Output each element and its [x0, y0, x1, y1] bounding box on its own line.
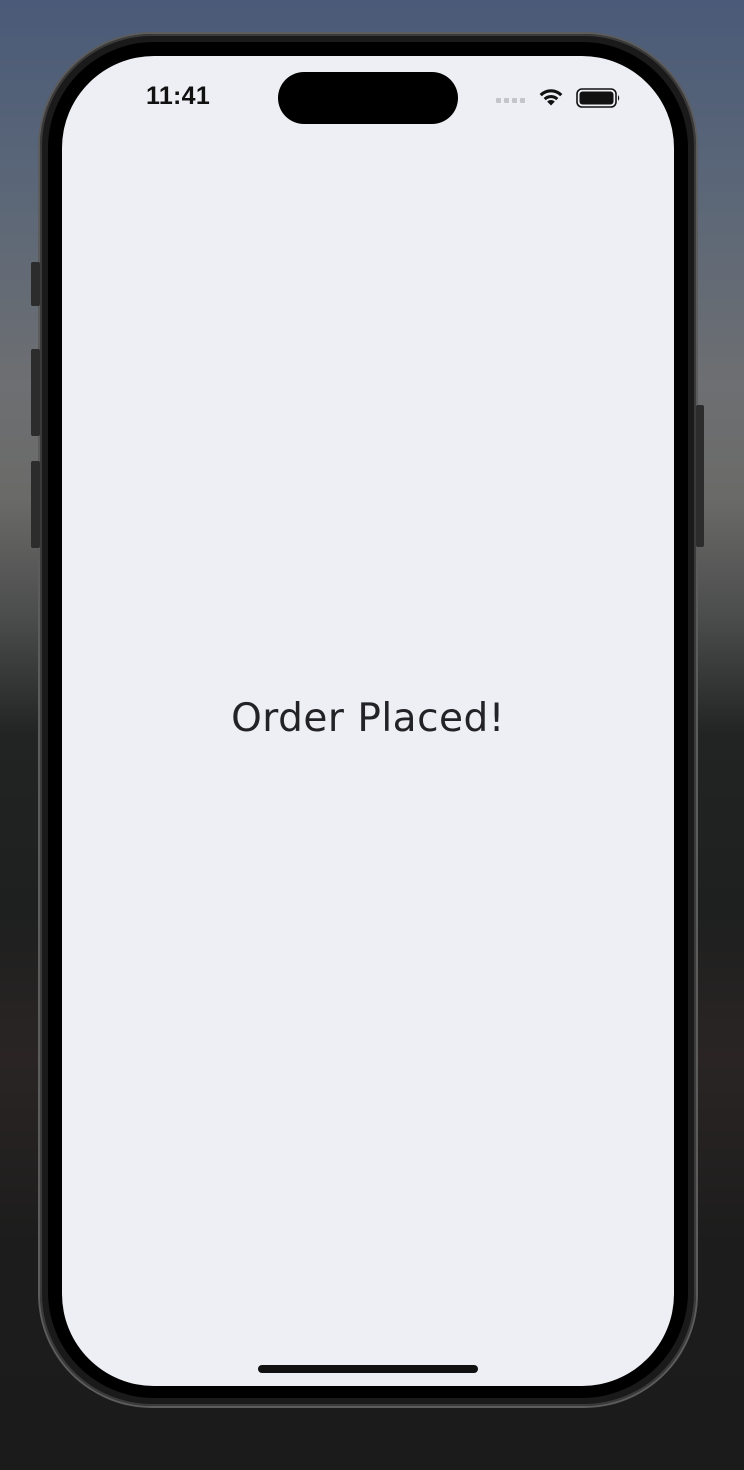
battery-icon [576, 88, 620, 108]
power-button [696, 405, 704, 547]
app-screen: 11:41 Order Placed! [62, 56, 674, 1386]
home-indicator[interactable] [258, 1365, 478, 1373]
dynamic-island [278, 72, 458, 124]
status-time: 11:41 [146, 82, 211, 110]
cellular-signal-icon [496, 98, 525, 103]
volume-down-button [31, 461, 40, 548]
silent-switch [31, 262, 40, 306]
order-placed-message: Order Placed! [231, 696, 505, 741]
wifi-icon [539, 89, 563, 106]
volume-up-button [31, 349, 40, 436]
